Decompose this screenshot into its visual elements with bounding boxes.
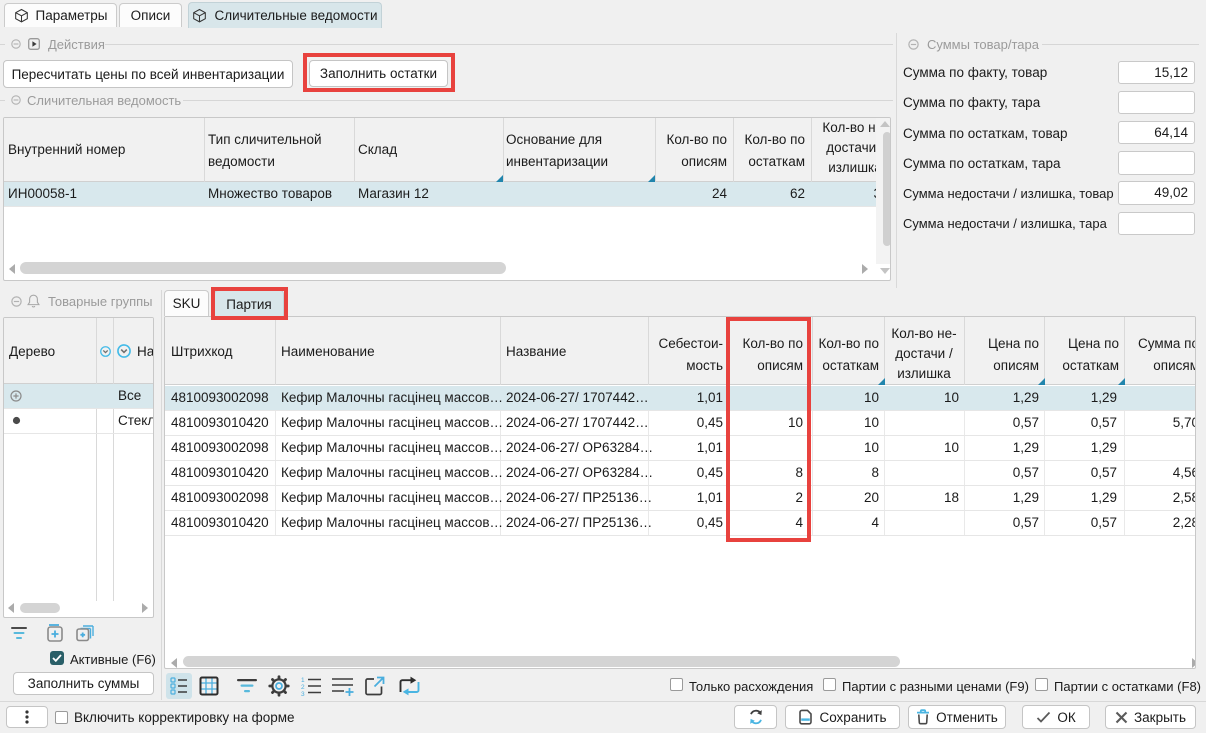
- svg-text:1: 1: [301, 677, 305, 684]
- svg-text:2: 2: [301, 684, 305, 691]
- svg-text:3: 3: [301, 691, 305, 696]
